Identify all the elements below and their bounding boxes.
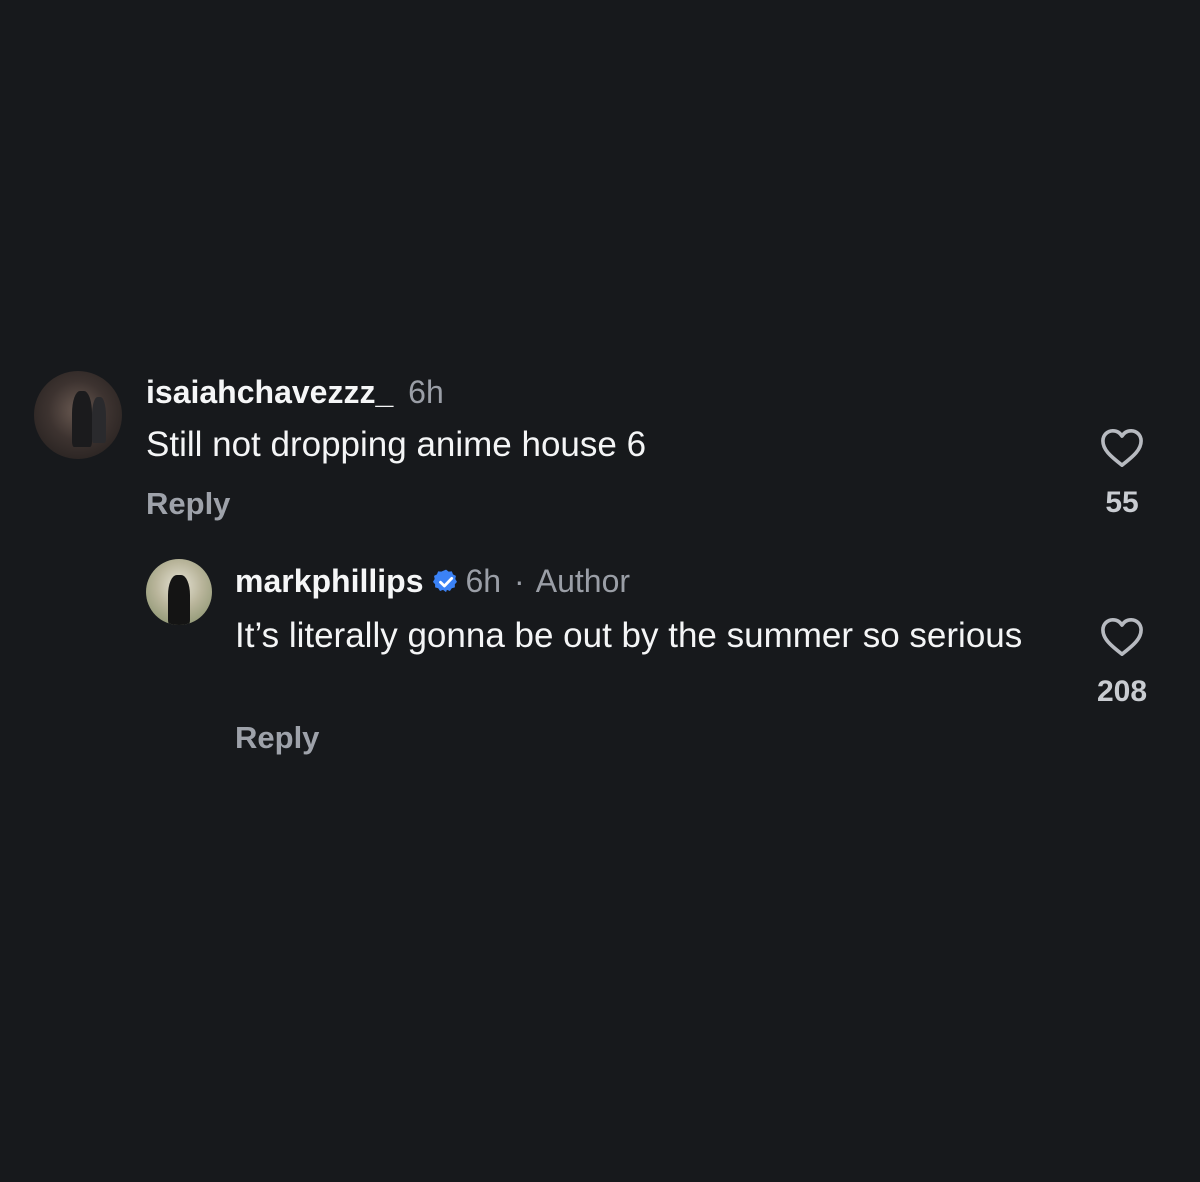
username[interactable]: isaiahchavezzz_ (146, 374, 393, 410)
reply-button[interactable]: Reply (146, 486, 230, 522)
reply-meta: markphillips 6h · Author (235, 561, 630, 601)
comment-meta: isaiahchavezzz_ 6h (146, 372, 444, 412)
like-control: 208 (1077, 615, 1167, 709)
like-count: 208 (1096, 675, 1148, 708)
like-control: 55 (1077, 426, 1167, 520)
avatar[interactable] (146, 559, 212, 625)
reply-button[interactable]: Reply (235, 720, 319, 756)
like-count: 55 (1105, 486, 1139, 519)
heart-outline-icon[interactable] (1099, 426, 1145, 468)
verified-check-icon (432, 569, 457, 593)
username[interactable]: markphillips (235, 563, 424, 599)
separator-dot: · (513, 563, 525, 599)
comment-text: Still not dropping anime house 6 (146, 425, 647, 464)
avatar[interactable] (34, 371, 122, 459)
heart-outline-icon[interactable] (1099, 615, 1145, 657)
timestamp: 6h (408, 374, 444, 410)
avatar-figure (92, 397, 106, 443)
avatar-figure (72, 391, 92, 447)
author-badge: Author (535, 563, 631, 599)
reply-text: It’s literally gonna be out by the summe… (235, 616, 1023, 655)
timestamp: 6h (465, 563, 502, 599)
avatar-figure (168, 575, 190, 625)
